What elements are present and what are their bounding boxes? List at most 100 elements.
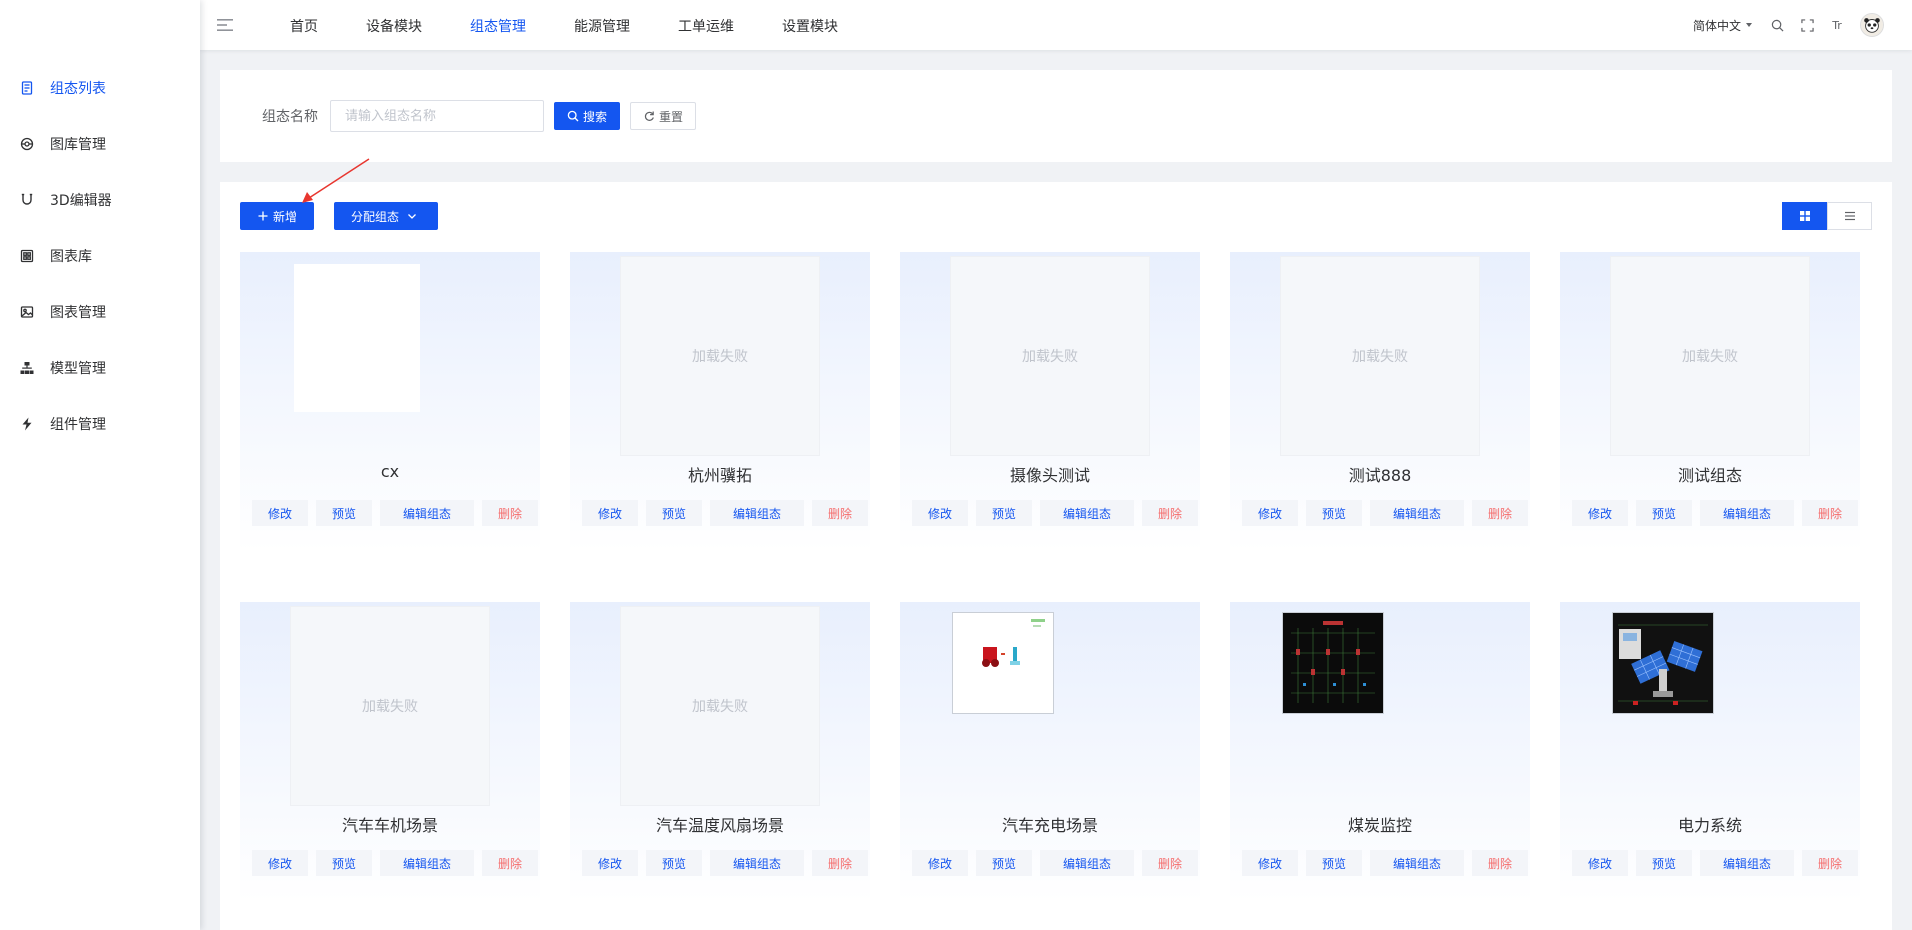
charging-scene-thumbnail-icon (953, 613, 1053, 713)
edit-config-button[interactable]: 编辑组态 (380, 850, 474, 876)
card-thumbnail[interactable] (294, 264, 420, 412)
card-thumbnail[interactable]: 加载失败 (1280, 256, 1480, 456)
edit-button[interactable]: 修改 (912, 500, 968, 526)
config-card[interactable]: 煤炭监控 修改 预览 编辑组态 删除 (1230, 602, 1530, 902)
nav-devices[interactable]: 设备模块 (342, 0, 446, 50)
preview-button[interactable]: 预览 (1636, 500, 1692, 526)
delete-button[interactable]: 删除 (1802, 500, 1858, 526)
edit-button[interactable]: 修改 (252, 850, 308, 876)
edit-button[interactable]: 修改 (912, 850, 968, 876)
config-card[interactable]: 加载失败 测试组态 修改 预览 编辑组态 删除 (1560, 252, 1860, 552)
config-card[interactable]: 加载失败 测试888 修改 预览 编辑组态 删除 (1230, 252, 1530, 552)
nav-work-orders[interactable]: 工单运维 (654, 0, 758, 50)
preview-button[interactable]: 预览 (646, 500, 702, 526)
preview-button[interactable]: 预览 (1636, 850, 1692, 876)
coal-monitor-thumbnail-icon (1283, 613, 1383, 713)
preview-button[interactable]: 预览 (646, 850, 702, 876)
card-actions: 修改 预览 编辑组态 删除 (1242, 500, 1528, 526)
edit-button[interactable]: 修改 (252, 500, 308, 526)
sidebar-item-chart-management[interactable]: 图表管理 (0, 284, 200, 340)
card-thumbnail[interactable]: 加载失败 (620, 256, 820, 456)
hamburger-icon[interactable] (216, 16, 234, 34)
edit-config-button[interactable]: 编辑组态 (1370, 850, 1464, 876)
nav-home[interactable]: 首页 (266, 0, 342, 50)
delete-button[interactable]: 删除 (1472, 850, 1528, 876)
grid-view-button[interactable] (1782, 202, 1827, 230)
config-card[interactable]: 汽车充电场景 修改 预览 编辑组态 删除 (900, 602, 1200, 902)
add-button-label: 新增 (273, 209, 298, 224)
sidebar-item-model-management[interactable]: 模型管理 (0, 340, 200, 396)
delete-button[interactable]: 删除 (812, 500, 868, 526)
edit-button[interactable]: 修改 (1242, 500, 1298, 526)
preview-button[interactable]: 预览 (976, 850, 1032, 876)
edit-config-button[interactable]: 编辑组态 (380, 500, 474, 526)
search-button[interactable]: 搜索 (554, 102, 621, 130)
preview-button[interactable]: 预览 (1306, 850, 1362, 876)
assign-config-dropdown[interactable]: 分配组态 (334, 202, 439, 230)
config-card[interactable]: 加载失败 杭州骥拓 修改 预览 编辑组态 删除 (570, 252, 870, 552)
edit-button[interactable]: 修改 (582, 500, 638, 526)
edit-button[interactable]: 修改 (1572, 850, 1628, 876)
config-name-input[interactable] (330, 100, 544, 132)
edit-config-button[interactable]: 编辑组态 (1700, 850, 1794, 876)
config-card[interactable]: 加载失败 摄像头测试 修改 预览 编辑组态 删除 (900, 252, 1200, 552)
config-card[interactable]: 加载失败 汽车温度风扇场景 修改 预览 编辑组态 删除 (570, 602, 870, 902)
card-thumbnail[interactable]: 加载失败 (1610, 256, 1810, 456)
card-thumbnail[interactable]: 加载失败 (950, 256, 1150, 456)
delete-button[interactable]: 删除 (1142, 850, 1198, 876)
preview-button[interactable]: 预览 (976, 500, 1032, 526)
nav-settings[interactable]: 设置模块 (758, 0, 862, 50)
sidebar-item-config-list[interactable]: 组态列表 (0, 60, 200, 116)
config-card[interactable]: 电力系统 修改 预览 编辑组态 删除 (1560, 602, 1860, 902)
preview-button[interactable]: 预览 (316, 850, 372, 876)
edit-config-button[interactable]: 编辑组态 (1040, 500, 1134, 526)
delete-button[interactable]: 删除 (1802, 850, 1858, 876)
delete-button[interactable]: 删除 (1142, 500, 1198, 526)
card-title: cx (380, 462, 400, 481)
delete-button[interactable]: 删除 (812, 850, 868, 876)
nav-config-management[interactable]: 组态管理 (446, 0, 550, 50)
sidebar-item-label: 组件管理 (50, 417, 106, 433)
preview-button[interactable]: 预览 (316, 500, 372, 526)
card-title: 煤炭监控 (1347, 816, 1412, 835)
edit-config-button[interactable]: 编辑组态 (710, 500, 804, 526)
card-thumbnail[interactable] (1612, 612, 1714, 714)
fullscreen-icon[interactable] (1800, 18, 1814, 32)
sidebar-item-gallery[interactable]: 图库管理 (0, 116, 200, 172)
sidebar-item-component-management[interactable]: 组件管理 (0, 396, 200, 452)
delete-button[interactable]: 删除 (482, 850, 538, 876)
avatar[interactable] (1860, 13, 1884, 37)
config-card[interactable]: 加载失败 汽车车机场景 修改 预览 编辑组态 删除 (240, 602, 540, 902)
load-failed-text: 加载失败 (692, 699, 748, 715)
search-button-label: 搜索 (583, 109, 608, 124)
preview-button[interactable]: 预览 (1306, 500, 1362, 526)
card-title: 测试组态 (1677, 466, 1742, 485)
card-thumbnail[interactable]: 加载失败 (620, 606, 820, 806)
card-actions: 修改 预览 编辑组态 删除 (1572, 850, 1858, 876)
card-title: 电力系统 (1677, 816, 1742, 835)
reset-button[interactable]: 重置 (630, 102, 697, 130)
edit-config-button[interactable]: 编辑组态 (1700, 500, 1794, 526)
sidebar-item-3d-editor[interactable]: 3D编辑器 (0, 172, 200, 228)
edit-button[interactable]: 修改 (1572, 500, 1628, 526)
delete-button[interactable]: 删除 (1472, 500, 1528, 526)
card-thumbnail[interactable]: 加载失败 (290, 606, 490, 806)
card-thumbnail[interactable] (1282, 612, 1384, 714)
edit-config-button[interactable]: 编辑组态 (710, 850, 804, 876)
card-title: 汽车车机场景 (341, 816, 438, 835)
search-icon[interactable] (1770, 18, 1784, 32)
edit-button[interactable]: 修改 (582, 850, 638, 876)
font-size-icon[interactable]: Tr (1830, 18, 1844, 32)
nav-energy[interactable]: 能源管理 (550, 0, 654, 50)
add-button[interactable]: 新增 (240, 202, 315, 230)
sidebar-item-chart-library[interactable]: 图表库 (0, 228, 200, 284)
edit-button[interactable]: 修改 (1242, 850, 1298, 876)
language-select[interactable]: 简体中文 (1693, 17, 1752, 34)
delete-button[interactable]: 删除 (482, 500, 538, 526)
load-failed-text: 加载失败 (1352, 349, 1408, 365)
config-card[interactable]: cx 修改 预览 编辑组态 删除 (240, 252, 540, 552)
list-view-button[interactable] (1827, 202, 1872, 230)
card-thumbnail[interactable] (952, 612, 1054, 714)
edit-config-button[interactable]: 编辑组态 (1040, 850, 1134, 876)
edit-config-button[interactable]: 编辑组态 (1370, 500, 1464, 526)
